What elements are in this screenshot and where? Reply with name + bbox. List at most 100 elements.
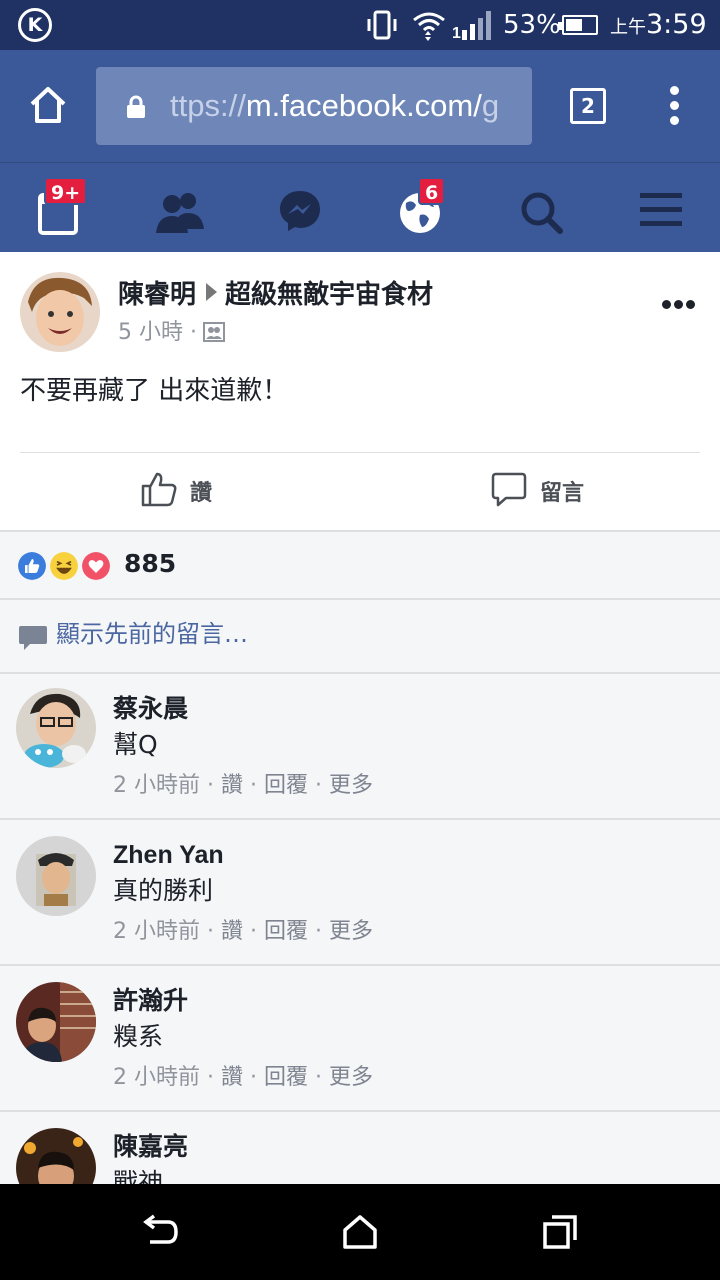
comment-like-link[interactable]: 讚 [221,1065,243,1090]
comment-time[interactable]: 2 小時前 [113,1065,200,1090]
home-icon[interactable] [28,86,68,124]
signal-icon: 1 [452,11,491,40]
separator: · [315,919,323,944]
previous-comments-label: 顯示先前的留言… [56,620,248,648]
author-avatar[interactable] [20,272,100,352]
separator: · [250,919,258,944]
comment-meta: 2 小時前 · 讚 · 回覆 · 更多 [113,1062,373,1094]
clock-period: 上午 [610,17,646,38]
recent-apps-icon[interactable] [542,1214,578,1250]
thumbs-up-icon [141,472,177,507]
comment-like-link[interactable]: 讚 [221,773,243,798]
comment-more-link[interactable]: 更多 [329,1065,373,1090]
back-icon[interactable] [140,1214,180,1250]
divider [20,452,700,453]
url-bar[interactable]: ttps://m.facebook.com/g [96,67,532,145]
comment-more-link[interactable]: 更多 [329,919,373,944]
nav-search[interactable] [510,181,570,237]
comment-like-link[interactable]: 讚 [221,919,243,944]
triangle-right-icon [206,283,218,301]
separator: · [315,1065,323,1090]
comment-button[interactable]: 留言 [490,470,584,514]
comment-time[interactable]: 2 小時前 [113,773,200,798]
like-reaction-icon [16,550,48,582]
nav-menu[interactable] [632,181,692,237]
post-time[interactable]: 5 小時 · [118,320,197,345]
separator: · [207,1065,214,1090]
comment-reply-link[interactable]: 回覆 [264,1065,308,1090]
comment-item: 蔡永晨 幫Q 2 小時前 · 讚 · 回覆 · 更多 [0,674,720,818]
reaction-count: 885 [124,549,177,578]
browser-toolbar: ttps://m.facebook.com/g 2 [0,50,720,162]
post-card: 陳睿明 超級無敵宇宙食材 5 小時 · 不要再藏了 出來道歉！ 讚 留言 [0,252,720,530]
post-text: 不要再藏了 出來道歉！ [20,376,289,406]
separator: · [207,773,214,798]
comment-more-link[interactable]: 更多 [329,773,373,798]
comment-item: 陳嘉亮 戰神 [0,1112,720,1184]
comment-text: 幫Q [113,730,158,759]
commenter-name[interactable]: 蔡永晨 [113,692,188,726]
reactions-summary[interactable]: 885 [0,532,720,598]
system-navigation-bar [0,1184,720,1280]
facebook-nav-bar: 9+ 6 [0,162,720,252]
separator: · [250,1065,258,1090]
like-button[interactable]: 讚 [140,470,212,514]
notifications-badge: 6 [418,177,446,205]
url-host: m.facebook.com/ [245,88,482,123]
commenter-avatar[interactable] [16,688,96,768]
news-feed-badge: 9+ [44,177,88,205]
nav-notifications[interactable]: 6 [390,177,450,237]
battery-icon [558,15,598,35]
post-options-icon[interactable] [662,300,698,312]
tab-switcher-button[interactable]: 2 [570,88,606,124]
home-icon[interactable] [342,1214,378,1250]
comment-text: 糗系 [113,1022,164,1051]
nav-friends[interactable] [150,181,210,237]
view-previous-comments-link[interactable]: 顯示先前的留言… [0,600,720,672]
post-meta: 5 小時 · [118,318,225,348]
clock: 上午3:59 [610,8,707,45]
group-privacy-icon [202,322,225,342]
comment-item: 許瀚升 糗系 2 小時前 · 讚 · 回覆 · 更多 [0,966,720,1110]
nav-news-feed[interactable]: 9+ [30,177,90,237]
comment-time[interactable]: 2 小時前 [113,919,200,944]
haha-reaction-icon [48,550,80,582]
post-header: 陳睿明 超級無敵宇宙食材 [118,278,433,312]
comment-meta: 2 小時前 · 讚 · 回覆 · 更多 [113,770,373,802]
commenter-avatar[interactable] [16,836,96,916]
post-group[interactable]: 超級無敵宇宙食材 [225,280,433,310]
commenter-avatar[interactable] [16,982,96,1062]
status-bar: K 1 53% 上午3:59 [0,0,720,50]
search-icon [521,192,563,234]
separator: · [315,773,323,798]
commenter-name[interactable]: Zhen Yan [113,838,224,872]
overflow-menu-icon[interactable] [668,86,680,126]
post-author[interactable]: 陳睿明 [118,280,196,310]
comment-item: Zhen Yan 真的勝利 2 小時前 · 讚 · 回覆 · 更多 [0,820,720,964]
battery-percent: 53% [503,10,561,40]
comment-text: 真的勝利 [113,876,214,905]
commenter-avatar[interactable] [16,1128,96,1184]
comment-reply-link[interactable]: 回覆 [264,919,308,944]
comment-bubble-icon [19,626,47,650]
lock-icon [127,95,145,118]
comment-reply-link[interactable]: 回覆 [264,773,308,798]
url-text[interactable]: ttps://m.facebook.com/g [170,87,499,125]
url-scheme: ttps:// [170,88,246,123]
k-app-icon: K [18,8,52,42]
clock-time: 3:59 [646,9,707,40]
comment-icon [491,472,527,507]
commenter-name[interactable]: 許瀚升 [113,984,188,1018]
separator: · [207,919,214,944]
comment-label: 留言 [540,481,585,506]
like-label: 讚 [190,481,213,506]
separator: · [250,773,258,798]
svg-text:1: 1 [452,25,461,40]
comment-text: 戰神 [113,1168,164,1184]
love-reaction-icon [80,550,112,582]
commenter-name[interactable]: 陳嘉亮 [113,1130,188,1164]
vibrate-icon [367,10,397,40]
nav-messenger[interactable] [270,181,330,237]
comment-meta: 2 小時前 · 讚 · 回覆 · 更多 [113,916,373,948]
messenger-icon [280,191,320,231]
